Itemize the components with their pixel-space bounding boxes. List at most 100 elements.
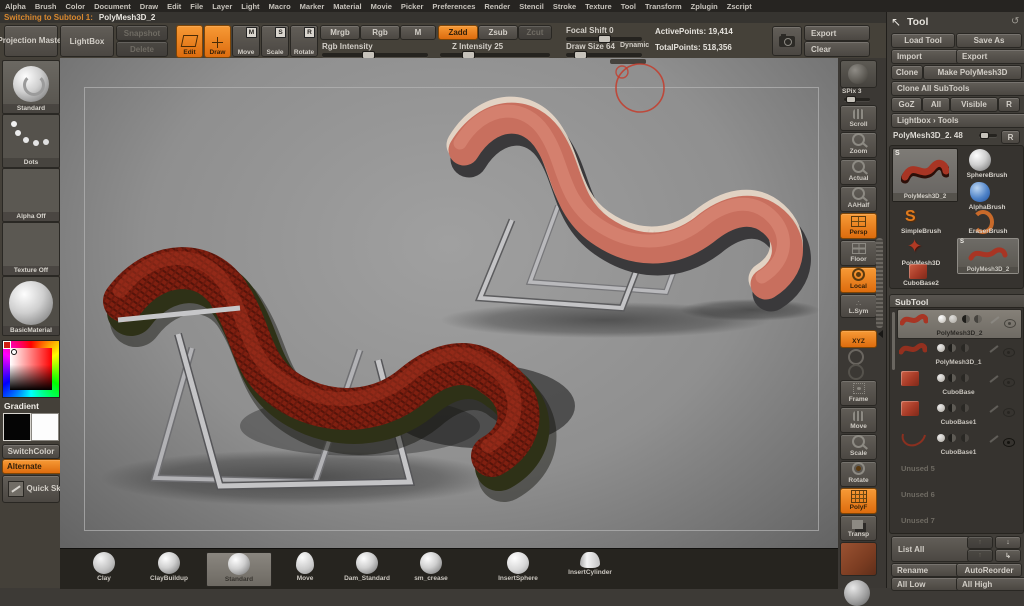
polymesh3d-2-thumbnail[interactable]: S PolyMesh3D_2 — [957, 238, 1019, 274]
edit-mode-button[interactable]: Edit — [176, 25, 203, 58]
scroll-button[interactable]: Scroll — [840, 105, 877, 131]
save-as-button[interactable]: Save As — [956, 33, 1022, 48]
move-3d-button[interactable]: Move — [840, 407, 877, 433]
brush-clay[interactable]: Clay — [75, 552, 133, 585]
subtool-up2-button[interactable]: ↑ — [967, 549, 993, 562]
menu-picker[interactable]: Picker — [401, 2, 424, 11]
rotate-3d-button[interactable]: Rotate — [840, 461, 877, 487]
palette-collapse-icon[interactable]: ↖ — [891, 15, 901, 29]
menu-brush[interactable]: Brush — [35, 2, 57, 11]
lightbox-tools-button[interactable]: Lightbox › Tools — [891, 113, 1024, 128]
rgb-button[interactable]: Rgb — [360, 25, 400, 40]
mrgb-button[interactable]: Mrgb — [320, 25, 360, 40]
polypaint-toggle-icon[interactable] — [961, 434, 969, 442]
visibility-toggle2-icon[interactable] — [948, 404, 956, 412]
visibility-toggle-icon[interactable] — [937, 404, 945, 412]
subtool-row-cubobase1-curve[interactable]: CuboBase1 — [897, 429, 1020, 457]
alternate-button[interactable]: Alternate — [2, 459, 64, 474]
menu-render[interactable]: Render — [484, 2, 510, 11]
polyframe-button[interactable]: PolyF — [840, 488, 877, 514]
visibility-toggle-icon[interactable] — [937, 374, 945, 382]
cubobase2-icon[interactable] — [909, 264, 927, 279]
menu-zplugin[interactable]: Zplugin — [691, 2, 718, 11]
visibility-toggle-icon[interactable] — [937, 344, 945, 352]
eye-toggle-icon[interactable] — [1003, 378, 1015, 387]
transparency-button[interactable]: Transp — [840, 515, 877, 541]
rotate-mode-button[interactable]: R Rotate — [290, 25, 318, 57]
color-picker[interactable] — [2, 340, 60, 398]
load-tool-button[interactable]: Load Tool — [891, 33, 955, 48]
persp-button[interactable]: Persp — [840, 213, 877, 239]
spherebrush-icon[interactable] — [969, 149, 991, 171]
grab-document-button[interactable] — [772, 26, 802, 56]
brush-sm-crease[interactable]: sm_crease — [402, 552, 460, 585]
xyz-symmetry-button[interactable]: XYZ — [840, 330, 877, 348]
eye-toggle-icon[interactable] — [1003, 348, 1015, 357]
polypaint-toggle-icon[interactable] — [961, 404, 969, 412]
local-button[interactable]: Local — [840, 267, 877, 293]
menu-light[interactable]: Light — [241, 2, 259, 11]
menu-texture[interactable]: Texture — [585, 2, 612, 11]
rgb-intensity-slider[interactable] — [322, 53, 428, 57]
simplebrush-icon[interactable]: S — [905, 208, 916, 226]
brush-move[interactable]: Move — [276, 552, 334, 585]
menu-document[interactable]: Document — [94, 2, 131, 11]
subtool-row-polymesh3d-2[interactable]: PolyMesh3D_2 — [897, 309, 1022, 339]
delete-button[interactable]: Delete — [116, 41, 168, 57]
polymesh3d-star-icon[interactable]: ✦ — [907, 236, 922, 257]
paint-toggle-icon[interactable] — [989, 345, 998, 353]
snapshot-button[interactable]: Snapshot — [116, 25, 168, 41]
subtool-row-cubobase1[interactable]: CuboBase1 — [897, 399, 1020, 427]
menu-layer[interactable]: Layer — [212, 2, 232, 11]
visibility-toggle2-icon[interactable] — [948, 374, 956, 382]
strip-scroll-arrow[interactable] — [878, 330, 883, 338]
brush-insertsphere[interactable]: InsertSphere — [485, 552, 551, 585]
projection-master-button[interactable]: Projection Master — [4, 25, 58, 57]
lightbox-button[interactable]: LightBox — [60, 25, 114, 57]
eye-toggle-icon[interactable] — [1004, 319, 1016, 328]
visibility-toggle2-icon[interactable] — [949, 315, 957, 323]
subtool-up-button[interactable]: ↑ — [967, 536, 993, 549]
aahalf-button[interactable]: AAHalf — [840, 186, 877, 212]
rename-button[interactable]: Rename — [891, 563, 960, 577]
menu-macro[interactable]: Macro — [269, 2, 291, 11]
current-material-thumbnail[interactable]: BasicMaterial — [2, 276, 60, 336]
menu-transform[interactable]: Transform — [645, 2, 682, 11]
zsub-button[interactable]: Zsub — [478, 25, 518, 40]
menu-edit[interactable]: Edit — [167, 2, 181, 11]
menu-tool[interactable]: Tool — [621, 2, 636, 11]
menu-preferences[interactable]: Preferences — [432, 2, 475, 11]
menu-marker[interactable]: Marker — [300, 2, 325, 11]
canvas-3d-viewport[interactable] — [60, 58, 838, 548]
lsym-button[interactable]: ∴L.Sym — [840, 294, 877, 318]
subtool-down-button[interactable]: ↓ — [995, 536, 1021, 549]
polypaint-toggle-icon[interactable] — [962, 315, 970, 323]
menu-file[interactable]: File — [190, 2, 203, 11]
visibility-toggle-icon[interactable] — [937, 434, 945, 442]
subtool-scrollbar[interactable] — [892, 312, 895, 370]
menu-draw[interactable]: Draw — [140, 2, 158, 11]
paint-toggle-icon[interactable] — [989, 375, 998, 383]
autoreorder-button[interactable]: AutoReorder — [956, 563, 1022, 577]
sym-z-icon[interactable] — [848, 364, 864, 380]
m-button[interactable]: M — [400, 25, 436, 40]
zadd-button[interactable]: Zadd — [438, 25, 478, 40]
actual-button[interactable]: Actual — [840, 159, 877, 185]
paint-toggle-icon[interactable] — [989, 405, 998, 413]
subtool-row-cubobase[interactable]: CuboBase — [897, 369, 1020, 397]
saturation-square[interactable] — [10, 348, 52, 390]
alphabrush-icon[interactable] — [970, 182, 990, 202]
clear-button[interactable]: Clear — [804, 41, 870, 57]
menu-alpha[interactable]: Alpha — [5, 2, 26, 11]
polypaint-toggle-icon[interactable] — [961, 344, 969, 352]
goz-button[interactable]: GoZ — [891, 97, 922, 112]
export-button[interactable]: Export — [804, 25, 870, 41]
visibility-toggle2-icon[interactable] — [948, 344, 956, 352]
item-info-r-button[interactable]: R — [1001, 130, 1020, 144]
brush-claybuildup[interactable]: ClayBuildup — [140, 552, 198, 585]
brush-insertcylinder[interactable]: InsertCylinder — [555, 552, 625, 585]
clone-button[interactable]: Clone — [891, 65, 923, 80]
menu-movie[interactable]: Movie — [371, 2, 392, 11]
z-intensity-slider[interactable] — [440, 53, 550, 57]
floor-button[interactable]: Floor — [840, 240, 877, 266]
